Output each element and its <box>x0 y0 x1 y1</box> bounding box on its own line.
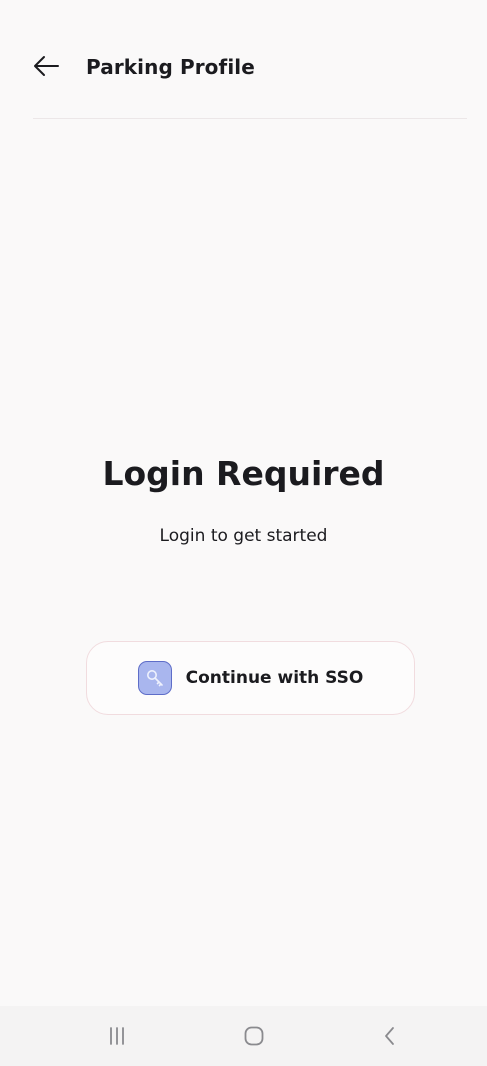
header-divider <box>33 118 467 119</box>
home-button[interactable] <box>224 1012 284 1060</box>
key-icon <box>137 661 172 695</box>
login-subheading: Login to get started <box>159 526 328 546</box>
sso-button-label: Continue with SSO <box>185 668 364 688</box>
recents-button[interactable] <box>87 1012 147 1060</box>
nav-back-icon <box>385 1027 394 1045</box>
back-button[interactable] <box>24 44 68 88</box>
system-back-button[interactable] <box>360 1012 420 1060</box>
system-navigation-bar <box>0 1006 487 1066</box>
recents-icon <box>110 1027 124 1045</box>
arrow-left-icon <box>34 56 59 76</box>
login-required-heading: Login Required <box>102 454 385 493</box>
continue-with-sso-button[interactable]: Continue with SSO <box>86 641 415 715</box>
app-screen: Parking Profile Login Required Login to … <box>0 0 487 1006</box>
home-icon <box>244 1026 264 1046</box>
top-app-bar: Parking Profile <box>0 0 487 120</box>
page-title: Parking Profile <box>86 55 255 79</box>
